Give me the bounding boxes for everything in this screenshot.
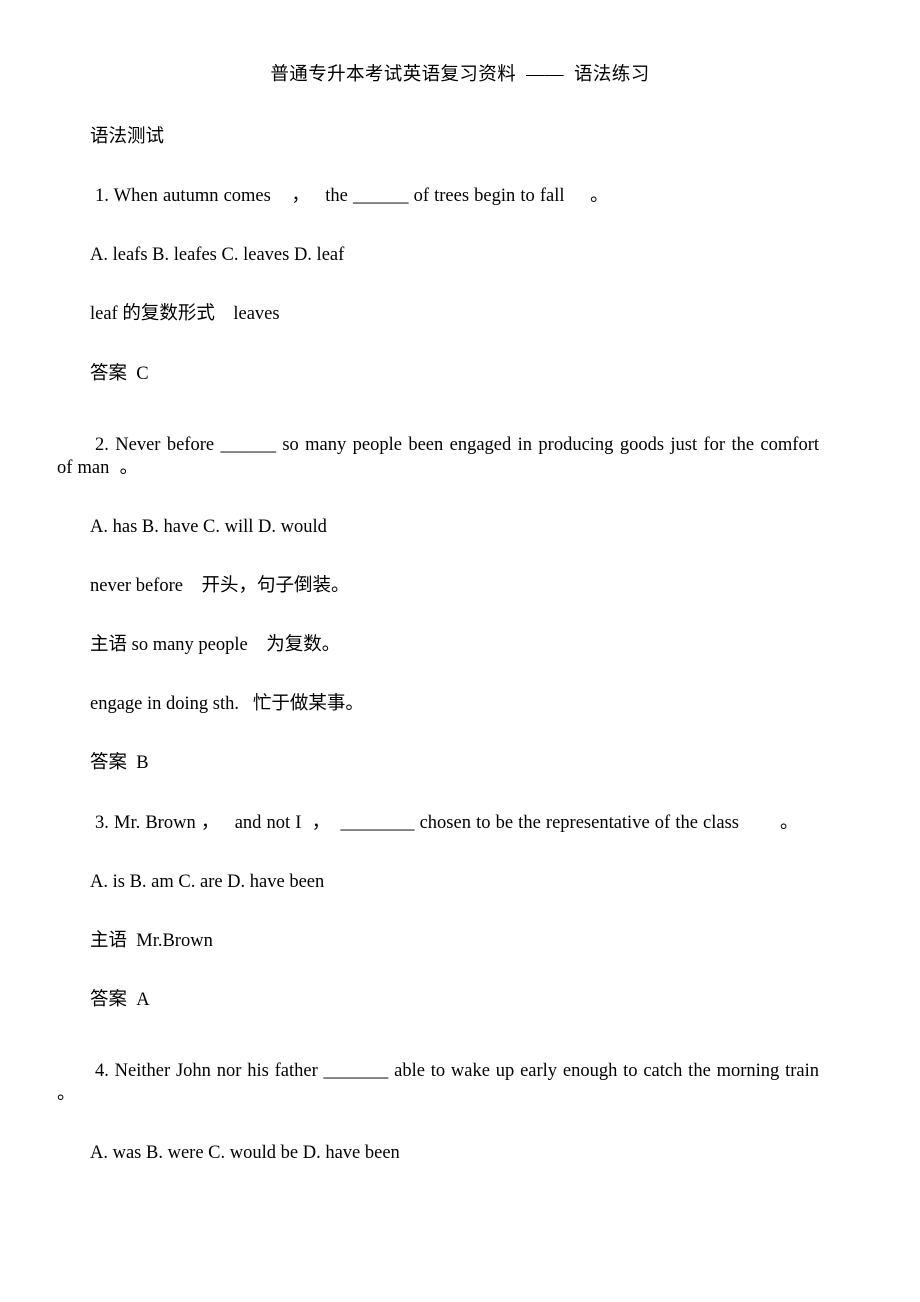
- question-answer-2: 答案 B: [90, 753, 149, 774]
- question-options-2: A. has B. have C. will D. would: [90, 516, 327, 537]
- question-stem-2: 2. Never before ______ so many people be…: [57, 434, 825, 478]
- question-explanation-2-2: 主语 so many people 为复数。: [90, 635, 341, 656]
- section-title: 语法测试: [90, 127, 165, 147]
- question-answer-3: 答案 A: [90, 989, 150, 1010]
- question-stem-4: 4. Neither John nor his father _______ a…: [57, 1061, 825, 1105]
- document-page: 普通专升本考试英语复习资料 —— 语法练习 语法测试 1. When autum…: [0, 0, 920, 1302]
- question-options-1: A. leafs B. leafes C. leaves D. leaf: [90, 245, 345, 266]
- question-explanation-2-1: never before 开头，句子倒装。: [90, 576, 350, 596]
- question-answer-1: 答案 C: [90, 363, 149, 384]
- question-stem-3: 3. Mr. Brown ， and not I ， ________ chos…: [95, 812, 799, 833]
- question-options-4: A. was B. were C. would be D. have been: [90, 1143, 400, 1164]
- question-explanation-3-1: 主语 Mr.Brown: [90, 930, 213, 951]
- question-explanation-1-1: leaf 的复数形式 leaves: [90, 304, 280, 325]
- question-options-3: A. is B. am C. are D. have been: [90, 871, 325, 892]
- question-stem-1: 1. When autumn comes ， the ______ of tre…: [95, 186, 609, 207]
- document-body: 语法测试 1. When autumn comes ， the ______ o…: [57, 126, 819, 1201]
- document-header-title: 普通专升本考试英语复习资料 —— 语法练习: [270, 65, 650, 85]
- question-explanation-2-3: engage in doing sth. 忙于做某事。: [90, 694, 364, 715]
